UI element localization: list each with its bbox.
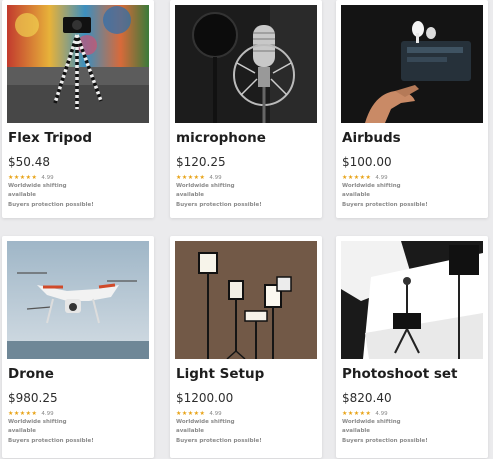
rating-value: 4.99 xyxy=(209,411,222,417)
shipping-text: Worldwide shifting xyxy=(8,183,67,189)
product-card-photoshoot-set[interactable]: Photoshoot set $820.40 ★★★★★ 4.99 Worldwi… xyxy=(336,236,488,458)
product-title[interactable]: microphone xyxy=(176,130,266,146)
availability-text: available xyxy=(176,428,205,434)
product-grid: Flex Tripod $50.48 ★★★★★ 4.99 Worldwide s… xyxy=(0,0,493,459)
rating-value: 4.99 xyxy=(41,175,54,181)
product-title[interactable]: Photoshoot set xyxy=(342,366,458,382)
product-card-light-setup[interactable]: Light Setup $1200.00 ★★★★★ 4.99 Worldwide… xyxy=(170,236,322,458)
rating-stars-icon: ★★★★★ xyxy=(342,174,372,181)
shipping-text: Worldwide shifting xyxy=(8,419,67,425)
availability-text: available xyxy=(176,192,205,198)
tripod-photo[interactable] xyxy=(7,5,149,123)
rating-value: 4.99 xyxy=(375,175,388,181)
product-rating: ★★★★★ 4.99 xyxy=(342,410,388,417)
product-title[interactable]: Light Setup xyxy=(176,366,264,382)
product-title[interactable]: Drone xyxy=(8,366,54,382)
rating-stars-icon: ★★★★★ xyxy=(8,410,38,417)
drone-photo[interactable] xyxy=(7,241,149,359)
product-title[interactable]: Flex Tripod xyxy=(8,130,92,146)
airbuds-photo[interactable] xyxy=(341,5,483,123)
product-card-flex-tripod[interactable]: Flex Tripod $50.48 ★★★★★ 4.99 Worldwide s… xyxy=(2,0,154,218)
microphone-photo[interactable] xyxy=(175,5,317,123)
product-rating: ★★★★★ 4.99 xyxy=(176,174,222,181)
rating-stars-icon: ★★★★★ xyxy=(8,174,38,181)
product-title[interactable]: Airbuds xyxy=(342,130,401,146)
product-card-airbuds[interactable]: Airbuds $100.00 ★★★★★ 4.99 Worldwide shif… xyxy=(336,0,488,218)
product-rating: ★★★★★ 4.99 xyxy=(8,174,54,181)
product-rating: ★★★★★ 4.99 xyxy=(176,410,222,417)
rating-value: 4.99 xyxy=(375,411,388,417)
protection-text: Buyers protection possible! xyxy=(8,438,94,444)
product-rating: ★★★★★ 4.99 xyxy=(342,174,388,181)
light-setup-photo[interactable] xyxy=(175,241,317,359)
product-price: $1200.00 xyxy=(176,391,234,405)
photoshoot-set-photo[interactable] xyxy=(341,241,483,359)
protection-text: Buyers protection possible! xyxy=(8,202,94,208)
protection-text: Buyers protection possible! xyxy=(342,202,428,208)
product-card-drone[interactable]: Drone $980.25 ★★★★★ 4.99 Worldwide shifti… xyxy=(2,236,154,458)
product-card-microphone[interactable]: microphone $120.25 ★★★★★ 4.99 Worldwide s… xyxy=(170,0,322,218)
rating-stars-icon: ★★★★★ xyxy=(176,174,206,181)
product-price: $50.48 xyxy=(8,155,50,169)
protection-text: Buyers protection possible! xyxy=(342,438,428,444)
shipping-text: Worldwide shifting xyxy=(342,419,401,425)
availability-text: available xyxy=(342,428,371,434)
product-price: $100.00 xyxy=(342,155,392,169)
shipping-text: Worldwide shifting xyxy=(176,419,235,425)
shipping-text: Worldwide shifting xyxy=(176,183,235,189)
availability-text: available xyxy=(342,192,371,198)
product-price: $120.25 xyxy=(176,155,226,169)
rating-value: 4.99 xyxy=(209,175,222,181)
product-rating: ★★★★★ 4.99 xyxy=(8,410,54,417)
availability-text: available xyxy=(8,428,37,434)
rating-stars-icon: ★★★★★ xyxy=(342,410,372,417)
product-price: $980.25 xyxy=(8,391,58,405)
rating-value: 4.99 xyxy=(41,411,54,417)
shipping-text: Worldwide shifting xyxy=(342,183,401,189)
rating-stars-icon: ★★★★★ xyxy=(176,410,206,417)
product-price: $820.40 xyxy=(342,391,392,405)
protection-text: Buyers protection possible! xyxy=(176,202,262,208)
availability-text: available xyxy=(8,192,37,198)
protection-text: Buyers protection possible! xyxy=(176,438,262,444)
